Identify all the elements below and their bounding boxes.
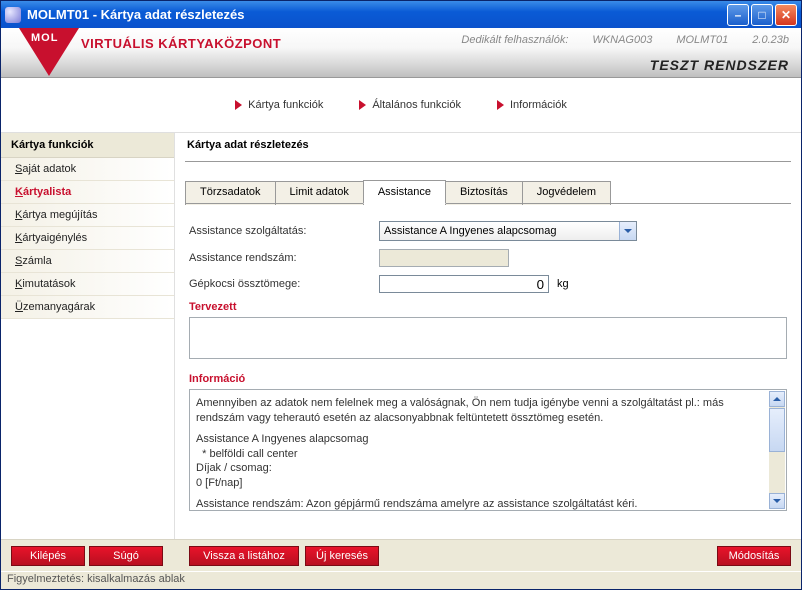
topmenu-label: Információk xyxy=(510,99,567,111)
info-line: Assistance A Ingyenes alapcsomag xyxy=(196,432,766,447)
bottom-bar: Kilépés Súgó Vissza a listához Új keresé… xyxy=(1,539,801,571)
row-service: Assistance szolgáltatás: xyxy=(189,221,787,241)
info-box: Amennyiben az adatok nem felelnek meg a … xyxy=(189,389,787,511)
back-to-list-button[interactable]: Vissza a listához xyxy=(189,546,299,566)
meta-app: MOLMT01 xyxy=(676,34,728,46)
tab-underline xyxy=(185,203,791,204)
triangle-right-icon xyxy=(359,100,366,110)
plate-input xyxy=(379,249,509,267)
planned-box xyxy=(189,317,787,359)
service-label: Assistance szolgáltatás: xyxy=(189,225,379,237)
topmenu-label: Kártya funkciók xyxy=(248,99,323,111)
meta-version: 2.0.23b xyxy=(752,34,789,46)
sidebar-heading: Kártya funkciók xyxy=(1,133,174,158)
row-weight: Gépkocsi össztömege: kg xyxy=(189,275,787,293)
topmenu-item-general[interactable]: Általános funkciók xyxy=(359,99,461,111)
sidebar-item-label: aját adatok xyxy=(22,163,76,175)
info-line: Díjak / csomag: xyxy=(196,461,766,476)
sidebar: Kártya funkciók Saját adatokKártyalistaK… xyxy=(1,133,175,539)
triangle-right-icon xyxy=(497,100,504,110)
info-line: Assistance rendszám: Azon gépjármű rends… xyxy=(196,497,766,512)
sidebar-item[interactable]: Kimutatások xyxy=(1,273,174,296)
main-heading: Kártya adat részletezés xyxy=(185,133,791,162)
sidebar-item-label: ártyaigénylés xyxy=(22,232,87,244)
scroll-down-icon[interactable] xyxy=(769,493,785,509)
content: Kártya funkciók Saját adatokKártyalistaK… xyxy=(1,133,801,539)
window-title: MOLMT01 - Kártya adat részletezés xyxy=(27,7,727,22)
main-panel: Kártya adat részletezés TörzsadatokLimit… xyxy=(175,133,801,539)
titlebar: MOLMT01 - Kártya adat részletezés – □ ✕ xyxy=(1,1,801,28)
maximize-button[interactable]: □ xyxy=(751,4,773,26)
sidebar-item-label: imutatások xyxy=(22,278,75,290)
info-line: Amennyiben az adatok nem felelnek meg a … xyxy=(196,396,766,426)
banner-environment-tag: TESZT RENDSZER xyxy=(650,57,789,73)
plate-label: Assistance rendszám: xyxy=(189,252,379,264)
section-info-title: Információ xyxy=(189,373,787,385)
triangle-right-icon xyxy=(235,100,242,110)
topmenu-item-cards[interactable]: Kártya funkciók xyxy=(235,99,323,111)
sidebar-item[interactable]: Saját adatok xyxy=(1,158,174,181)
topmenu-label: Általános funkciók xyxy=(372,99,461,111)
tab-bar: TörzsadatokLimit adatokAssistanceBiztosí… xyxy=(185,180,791,204)
scroll-up-icon[interactable] xyxy=(769,391,785,407)
top-menu: Kártya funkciók Általános funkciók Infor… xyxy=(1,78,801,133)
sidebar-item-label: ártyalista xyxy=(23,186,71,198)
banner-title: VIRTUÁLIS KÁRTYAKÖZPONT xyxy=(81,36,281,51)
row-plate: Assistance rendszám: xyxy=(189,249,787,267)
sidebar-item-hotkey: K xyxy=(15,186,23,198)
service-select-wrap xyxy=(379,221,637,241)
new-search-button[interactable]: Új keresés xyxy=(305,546,379,566)
info-line: * belföldi call center xyxy=(196,447,766,462)
sidebar-item-hotkey: Ü xyxy=(15,301,23,313)
sidebar-item[interactable]: Számla xyxy=(1,250,174,273)
exit-button[interactable]: Kilépés xyxy=(11,546,85,566)
tab[interactable]: Jogvédelem xyxy=(522,181,611,205)
mol-logo-icon xyxy=(19,28,79,76)
meta-user: WKNAG003 xyxy=(592,34,652,46)
banner: VIRTUÁLIS KÁRTYAKÖZPONT Dedikált felhasz… xyxy=(1,28,801,78)
section-planned-title: Tervezett xyxy=(189,301,787,313)
sidebar-item[interactable]: Kártyalista xyxy=(1,181,174,204)
modify-button[interactable]: Módosítás xyxy=(717,546,791,566)
sidebar-item-label: zámla xyxy=(22,255,51,267)
scroll-thumb[interactable] xyxy=(769,408,785,452)
weight-unit: kg xyxy=(557,278,569,290)
topmenu-item-info[interactable]: Információk xyxy=(497,99,567,111)
minimize-button[interactable]: – xyxy=(727,4,749,26)
meta-label: Dedikált felhasználók: xyxy=(461,34,568,46)
status-bar: Figyelmeztetés: kisalkalmazás ablak xyxy=(1,571,801,589)
sidebar-items: Saját adatokKártyalistaKártya megújításK… xyxy=(1,158,174,319)
sidebar-item-label: zemanyagárak xyxy=(23,301,95,313)
scroll-track[interactable] xyxy=(769,453,785,493)
weight-label: Gépkocsi össztömege: xyxy=(189,278,379,290)
app-window: MOLMT01 - Kártya adat részletezés – □ ✕ … xyxy=(0,0,802,590)
tab[interactable]: Limit adatok xyxy=(275,181,364,205)
tab[interactable]: Biztosítás xyxy=(445,181,523,205)
window-buttons: – □ ✕ xyxy=(727,4,797,26)
sidebar-item-label: ártya megújítás xyxy=(22,209,97,221)
weight-input[interactable] xyxy=(379,275,549,293)
tab[interactable]: Assistance xyxy=(363,180,446,204)
sidebar-item[interactable]: Kártyaigénylés xyxy=(1,227,174,250)
close-button[interactable]: ✕ xyxy=(775,4,797,26)
help-button[interactable]: Súgó xyxy=(89,546,163,566)
info-line: 0 [Ft/nap] xyxy=(196,476,766,491)
form-area: Assistance szolgáltatás: Assistance rend… xyxy=(185,205,791,515)
sidebar-item[interactable]: Üzemanyagárak xyxy=(1,296,174,319)
tab[interactable]: Törzsadatok xyxy=(185,181,276,205)
app-icon xyxy=(5,7,21,23)
service-select[interactable] xyxy=(379,221,637,241)
banner-meta: Dedikált felhasználók: WKNAG003 MOLMT01 … xyxy=(461,34,789,46)
info-scrollbar[interactable] xyxy=(769,391,785,509)
sidebar-item[interactable]: Kártya megújítás xyxy=(1,204,174,227)
